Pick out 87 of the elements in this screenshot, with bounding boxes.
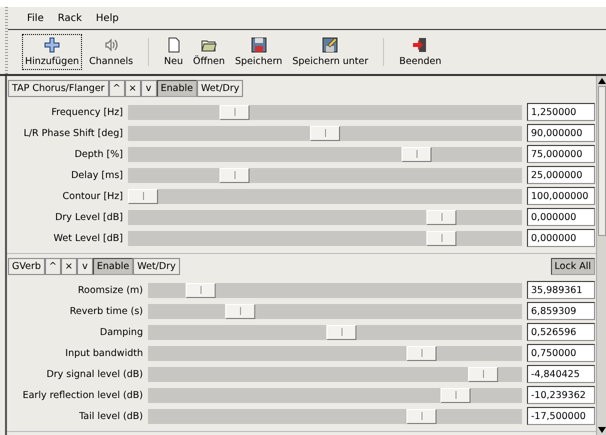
value-field[interactable]: 1,250000 — [527, 103, 595, 121]
move-up-button[interactable]: ^ — [108, 80, 125, 96]
enable-toggle[interactable]: Enable — [92, 258, 134, 274]
value-field[interactable]: 35,989361 — [527, 281, 595, 299]
slider[interactable] — [148, 408, 522, 424]
parameter-label: Depth [%] — [74, 148, 123, 160]
parameter-label: Wet Level [dB] — [52, 232, 123, 244]
exit-door-icon — [412, 37, 428, 53]
parameter-label: Reverb time (s) — [68, 306, 143, 316]
parameter-label: Contour [Hz] — [62, 190, 123, 202]
slider-thumb[interactable] — [219, 104, 249, 120]
toolbar-button[interactable]: Speichern unter — [289, 34, 372, 70]
slider-thumb[interactable] — [406, 408, 436, 424]
slider[interactable] — [128, 126, 522, 140]
move-up-button[interactable]: ^ — [44, 258, 61, 274]
toolbar-button[interactable]: Hinzufügen — [22, 34, 82, 70]
scroll-up-icon[interactable] — [598, 78, 606, 84]
value-field[interactable]: -4,840425 — [527, 365, 595, 383]
parameter-label: Delay [ms] — [70, 170, 123, 180]
slider[interactable] — [148, 304, 522, 318]
slider-thumb[interactable] — [426, 210, 456, 224]
slider[interactable] — [128, 230, 522, 246]
slider-thumb[interactable] — [128, 188, 158, 204]
plugin-name: GVerb — [8, 258, 45, 274]
parameter-label: Damping — [98, 326, 143, 338]
value-field[interactable]: 75,000000 — [527, 145, 595, 163]
menu-item[interactable]: Rack — [58, 12, 82, 24]
parameter-label: L/R Phase Shift [deg] — [22, 128, 123, 138]
lock-all-toggle[interactable]: Lock All — [550, 258, 595, 274]
speaker-icon — [103, 37, 120, 53]
slider-thumb[interactable] — [440, 388, 470, 402]
value-field[interactable]: 25,000000 — [527, 166, 595, 184]
slider[interactable] — [128, 146, 522, 162]
slider-thumb[interactable] — [225, 304, 256, 318]
move-down-button[interactable]: v — [140, 80, 157, 96]
slider[interactable] — [148, 388, 522, 402]
toolbar-button[interactable]: Neu — [161, 34, 186, 70]
plugin-name: TAP Chorus/Flanger — [8, 80, 109, 96]
slider[interactable] — [148, 324, 522, 340]
slider[interactable] — [128, 188, 522, 204]
toolbar-button[interactable]: Channels — [86, 34, 136, 70]
menu-item[interactable]: Help — [96, 12, 119, 24]
value-field[interactable]: 6,859309 — [527, 302, 595, 320]
parameter-label: Early reflection level (dB) — [22, 390, 143, 400]
slider-thumb[interactable] — [406, 346, 436, 360]
slider[interactable] — [148, 282, 522, 298]
slider[interactable] — [128, 210, 522, 224]
wet-dry-toggle[interactable]: Wet/Dry — [133, 258, 180, 274]
parameter-label: Roomsize (m) — [76, 284, 143, 296]
value-field[interactable]: -10,239362 — [527, 386, 595, 404]
value-field[interactable]: 100,000000 — [527, 187, 595, 205]
move-down-button[interactable]: v — [76, 258, 93, 274]
parameter-label: Dry Level [dB] — [54, 212, 123, 222]
parameter-label: Input bandwidth — [64, 348, 143, 358]
plus-icon — [44, 37, 60, 53]
value-field[interactable]: 0,000000 — [527, 208, 595, 226]
value-field[interactable]: -17,500000 — [527, 407, 595, 425]
value-field[interactable]: 0,750000 — [527, 344, 595, 362]
remove-button[interactable]: × — [60, 258, 77, 274]
slider[interactable] — [148, 346, 522, 360]
slider-thumb[interactable] — [401, 146, 431, 162]
slider[interactable] — [148, 366, 522, 382]
slider-thumb[interactable] — [310, 126, 340, 140]
menu-item[interactable]: File — [27, 12, 44, 24]
value-field[interactable]: 0,526596 — [527, 323, 595, 341]
parameter-label: Tail level (dB) — [78, 410, 143, 422]
slider-thumb[interactable] — [468, 366, 498, 382]
slider[interactable] — [128, 168, 522, 182]
parameter-label: Dry signal level (dB) — [45, 368, 143, 380]
slider-thumb[interactable] — [426, 230, 456, 246]
remove-button[interactable]: × — [124, 80, 141, 96]
slider-thumb[interactable] — [326, 324, 357, 340]
value-field[interactable]: 90,000000 — [527, 124, 595, 142]
slider-thumb[interactable] — [219, 168, 249, 182]
toolbar-button[interactable]: Speichern — [232, 34, 286, 70]
wet-dry-toggle[interactable]: Wet/Dry — [196, 80, 244, 96]
scrollbar[interactable] — [596, 76, 606, 435]
page-icon — [166, 37, 182, 53]
floppy-pencil-icon — [322, 37, 338, 53]
value-field[interactable]: 0,000000 — [527, 229, 595, 247]
toolbar-button[interactable]: Beenden — [396, 34, 444, 70]
parameter-label: Frequency [Hz] — [50, 106, 123, 118]
slider-thumb[interactable] — [186, 282, 216, 298]
scroll-down-icon[interactable] — [598, 427, 606, 433]
enable-toggle[interactable]: Enable — [156, 80, 197, 96]
slider[interactable] — [128, 104, 522, 120]
toolbar-button[interactable]: Öffnen — [190, 34, 228, 70]
